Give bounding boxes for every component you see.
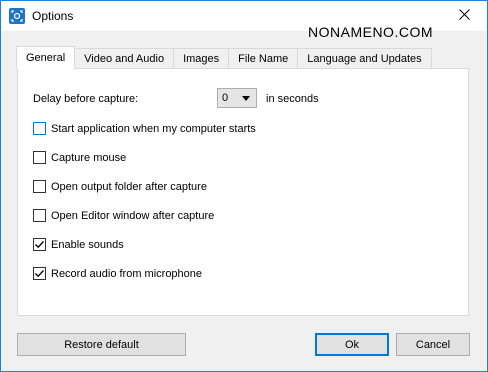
tab-label: Language and Updates: [307, 52, 422, 65]
checkmark-icon: [35, 241, 44, 249]
checkbox[interactable]: [33, 238, 46, 251]
option-label: Capture mouse: [51, 151, 127, 164]
option-label: Enable sounds: [51, 238, 124, 251]
checkbox[interactable]: [33, 151, 46, 164]
option-label: Start application when my computer start…: [51, 122, 256, 135]
checkbox[interactable]: [33, 180, 46, 193]
restore-default-button[interactable]: Restore default: [17, 333, 186, 356]
option-enable-sounds[interactable]: Enable sounds: [33, 238, 124, 251]
tab-language-and-updates[interactable]: Language and Updates: [297, 48, 432, 68]
tab-strip: General Video and Audio Images File Name…: [16, 46, 432, 69]
button-label: Restore default: [64, 338, 139, 351]
window-title: Options: [32, 9, 74, 23]
close-icon: [458, 9, 470, 23]
checkmark-icon: [35, 270, 44, 278]
button-label: Cancel: [415, 338, 451, 351]
checkbox[interactable]: [33, 209, 46, 222]
delay-select[interactable]: 0: [217, 88, 257, 108]
option-record-microphone[interactable]: Record audio from microphone: [33, 267, 202, 280]
delay-label: Delay before capture:: [33, 93, 139, 105]
tab-video-and-audio[interactable]: Video and Audio: [74, 48, 175, 68]
chevron-down-icon: [242, 96, 250, 101]
ok-button[interactable]: Ok: [315, 333, 389, 356]
option-open-editor[interactable]: Open Editor window after capture: [33, 209, 214, 222]
option-label: Open output folder after capture: [51, 180, 207, 193]
checkbox[interactable]: [33, 267, 46, 280]
option-capture-mouse[interactable]: Capture mouse: [33, 151, 126, 164]
button-label: Ok: [344, 338, 360, 351]
close-button[interactable]: [441, 1, 487, 31]
tab-general[interactable]: General: [16, 46, 76, 69]
tab-file-name[interactable]: File Name: [228, 48, 299, 68]
watermark-text: NONAMENO.COM: [308, 24, 433, 40]
app-icon: [9, 8, 25, 24]
tab-label: File Name: [238, 52, 289, 65]
tab-label: Images: [183, 52, 220, 65]
tab-label: Video and Audio: [84, 52, 165, 65]
checkbox[interactable]: [33, 122, 46, 135]
tab-label: General: [26, 52, 66, 64]
cancel-button[interactable]: Cancel: [396, 333, 470, 356]
option-start-on-boot[interactable]: Start application when my computer start…: [33, 122, 256, 135]
delay-value: 0: [222, 92, 229, 104]
option-label: Open Editor window after capture: [51, 209, 215, 222]
delay-unit-label: in seconds: [266, 93, 319, 105]
option-open-output-folder[interactable]: Open output folder after capture: [33, 180, 207, 193]
tab-images[interactable]: Images: [173, 48, 230, 68]
option-label: Record audio from microphone: [51, 267, 203, 280]
